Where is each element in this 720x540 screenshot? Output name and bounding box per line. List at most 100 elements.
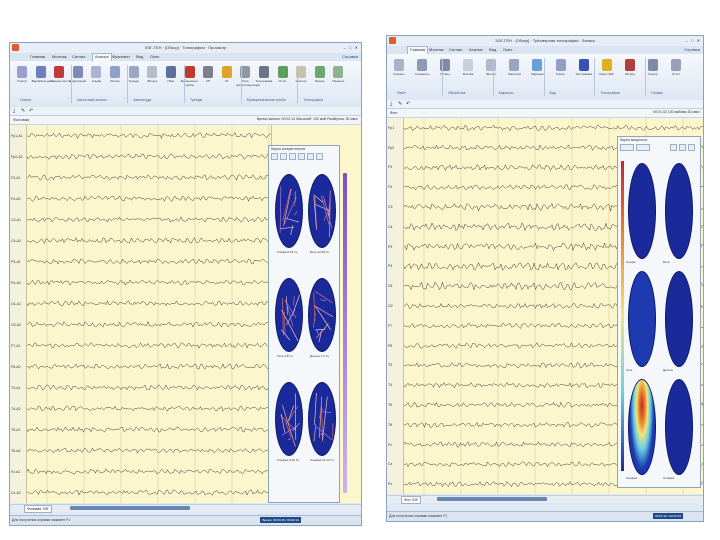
status-time: Время: 00:00:45 / 00:02:14 xyxy=(260,517,301,523)
head-map[interactable] xyxy=(665,163,693,259)
toolstrip-item-2[interactable]: ↶ xyxy=(406,101,410,107)
channel-label: F3 xyxy=(388,165,393,170)
ribbon-icon xyxy=(91,66,102,78)
ribbon-icon xyxy=(203,66,214,78)
head-map-label: Дельта xyxy=(663,368,673,372)
window-title: ЭЭГ-ГЕН · [Обзор] · Топография · Просмот… xyxy=(144,45,227,50)
panel-tool-5[interactable] xyxy=(307,153,314,160)
head-map[interactable] xyxy=(665,379,693,475)
panel-select[interactable] xyxy=(620,144,634,151)
eeg-trace-channel-2 xyxy=(27,174,272,181)
ribbon-button-4[interactable]: Альфа xyxy=(90,64,102,94)
head-map[interactable] xyxy=(665,271,693,367)
ribbon-button-0[interactable]: Спектр xyxy=(16,64,28,94)
help-menu[interactable]: Справка xyxy=(684,47,700,52)
eeg-trace-channel-9 xyxy=(27,320,272,328)
toolstrip-item-0[interactable]: ⤓ xyxy=(390,101,392,107)
toolstrip-item-1[interactable]: ✎ xyxy=(398,101,402,107)
ribbon-button-9[interactable]: Функционал. пробы xyxy=(181,64,198,94)
head-map-label: Бета 13-25 Гц xyxy=(310,250,330,254)
window-controls[interactable]: – □ ✕ xyxy=(686,38,701,43)
menu-item-0[interactable]: Главная xyxy=(30,54,45,59)
ribbon-button-6[interactable]: Маркеры xyxy=(531,57,544,87)
coherence-line xyxy=(294,211,298,216)
panel-tool-2[interactable] xyxy=(679,144,686,151)
panel-tool-2[interactable] xyxy=(280,153,287,160)
head-map[interactable] xyxy=(308,382,336,456)
ribbon-group-label: Тренды xyxy=(190,98,203,102)
coherence-line xyxy=(314,290,333,303)
menu-item-3[interactable]: Анализ xyxy=(469,47,483,52)
ribbon-button-8[interactable]: Пики xyxy=(165,64,177,94)
ribbon-button-2[interactable]: Когерентность xyxy=(50,64,70,94)
panel-select-2[interactable] xyxy=(636,144,650,151)
head-map[interactable] xyxy=(308,174,336,248)
menu-item-3[interactable]: Анализ xyxy=(92,53,112,61)
ribbon-button-1[interactable]: Вариабельность xyxy=(32,64,55,94)
ribbon-button-7[interactable]: Фильтр xyxy=(146,64,158,94)
ribbon-button-11[interactable]: ОГ xyxy=(221,64,233,94)
help-menu[interactable]: Справка xyxy=(342,54,358,59)
panel-tool-3[interactable] xyxy=(289,153,296,160)
menu-item-1[interactable]: Монтаж xyxy=(52,54,67,59)
ribbon-button-5[interactable]: Ритмы xyxy=(109,64,121,94)
menu-item-0[interactable]: Главная xyxy=(407,46,429,54)
ribbon-button-14[interactable]: Отчет xyxy=(277,64,289,94)
head-map[interactable] xyxy=(628,379,656,475)
horizontal-scrollbar[interactable] xyxy=(437,497,547,501)
panel-tool-1[interactable] xyxy=(271,153,278,160)
ribbon-button-10[interactable]: СП xyxy=(202,64,214,94)
window-title: ЭЭГ-ГЕН · [Обзор] · Трёхмерная топографи… xyxy=(494,38,596,43)
menu-item-1[interactable]: Монтаж xyxy=(429,47,444,52)
ribbon-group-label: Топография xyxy=(303,98,323,102)
panel-tool-6[interactable] xyxy=(316,153,323,160)
ribbon-button-5[interactable]: Масштаб xyxy=(508,57,521,87)
ribbon-button-3[interactable]: Корреляция xyxy=(69,64,86,94)
head-map-label: Альфа 8-13 Гц xyxy=(277,250,298,254)
channel-label: T4 xyxy=(388,383,393,388)
head-map[interactable] xyxy=(275,278,303,352)
panel-tool-3[interactable] xyxy=(688,144,695,151)
head-map[interactable] xyxy=(628,271,656,367)
ribbon-button-7[interactable]: Синхр. xyxy=(555,57,567,87)
ribbon-button-9[interactable]: Карта ЭЭГ xyxy=(599,57,614,87)
head-map[interactable] xyxy=(275,382,303,456)
ribbon-button-8[interactable]: Топограмма xyxy=(575,57,592,87)
menu-item-6[interactable]: Окно xyxy=(150,54,159,59)
ribbon-button-16[interactable]: Печать xyxy=(314,64,326,94)
eeg-trace-channel-0 xyxy=(27,132,272,139)
ribbon: Спектр Вариабельность Когерентность Корреля… xyxy=(10,61,361,108)
tab-record[interactable]: Фоновая ЭЭГ xyxy=(24,505,53,513)
head-map[interactable] xyxy=(308,278,336,352)
ribbon-button-11[interactable]: Спектр xyxy=(647,57,659,87)
eeg-trace-area[interactable] xyxy=(26,125,272,503)
panel-tool-1[interactable] xyxy=(670,144,677,151)
menu-item-5[interactable]: Окно xyxy=(503,47,512,52)
toolstrip-item-2[interactable]: ↶ xyxy=(29,108,33,114)
head-map[interactable] xyxy=(275,174,303,248)
panel-tool-4[interactable] xyxy=(298,153,305,160)
head-map[interactable] xyxy=(628,163,656,259)
ribbon-button-12[interactable]: Отчет xyxy=(670,57,682,87)
ribbon-button-1[interactable]: Сохранить xyxy=(415,57,430,87)
menu-item-2[interactable]: Сигнал xyxy=(449,47,462,52)
menu-item-4[interactable]: Вид xyxy=(489,47,496,52)
window-controls[interactable]: – □ ✕ xyxy=(344,45,359,50)
menu-item-5[interactable]: Вид xyxy=(136,54,143,59)
ribbon-button-4[interactable]: Фильтр xyxy=(485,57,497,87)
panel-scrollbar[interactable] xyxy=(343,173,347,493)
menu-item-2[interactable]: Сигнал xyxy=(72,54,85,59)
toolstrip-item-0[interactable]: ⤓ xyxy=(13,108,15,114)
ribbon-button-3[interactable]: Монтаж xyxy=(462,57,474,87)
menu-item-4[interactable]: Фрагмент xyxy=(112,54,130,59)
ribbon-icon xyxy=(147,66,158,78)
ribbon-button-label: СП xyxy=(205,79,211,83)
ribbon-button-10[interactable]: 3D вид xyxy=(624,57,636,87)
ribbon-button-13[interactable]: Топограмма xyxy=(256,64,272,94)
ribbon-button-0[interactable]: Открыть xyxy=(393,57,405,87)
toolstrip-item-1[interactable]: ✎ xyxy=(21,108,25,114)
ribbon-button-6[interactable]: Тренды xyxy=(128,64,140,94)
ribbon-button-17[interactable]: Перенос xyxy=(332,64,344,94)
tab-record[interactable]: Фон ЭЭГ xyxy=(401,496,422,504)
horizontal-scrollbar[interactable] xyxy=(70,506,190,510)
